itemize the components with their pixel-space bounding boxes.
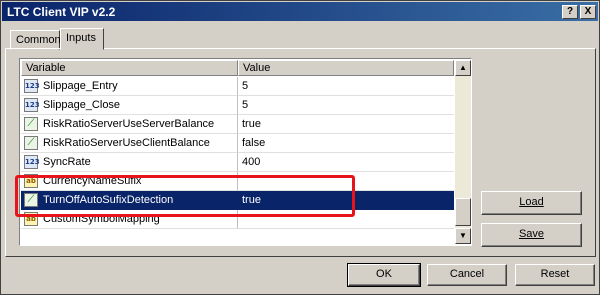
value-cell[interactable] — [238, 172, 454, 191]
save-label: Save — [518, 228, 545, 240]
dialog-window: LTC Client VIP v2.2 ? X Common Inputs Va… — [0, 0, 600, 295]
value-cell[interactable]: 5 — [238, 77, 454, 96]
variable-cell: 123 Slippage_Close — [21, 96, 238, 115]
value-cell[interactable]: true — [238, 191, 454, 210]
table-row[interactable]: ab CustomSymbolMapping — [21, 210, 454, 229]
scroll-thumb[interactable] — [455, 198, 471, 226]
string-icon: ab — [24, 212, 38, 226]
reset-button[interactable]: Reset — [515, 264, 595, 286]
variable-name: RiskRatioServerUseServerBalance — [43, 118, 215, 130]
variable-name: CustomSymbolMapping — [43, 213, 160, 225]
variable-cell: ab CurrencyNameSufix — [21, 172, 238, 191]
table-row[interactable]: 123 Slippage_Close 5 — [21, 96, 454, 115]
table-row-selected[interactable]: ⟋ TurnOffAutoSufixDetection true — [21, 191, 454, 210]
variable-cell: ab CustomSymbolMapping — [21, 210, 238, 229]
variable-name: RiskRatioServerUseClientBalance — [43, 137, 210, 149]
help-button[interactable]: ? — [562, 5, 578, 19]
load-label: Load — [519, 196, 544, 208]
tab-common[interactable]: Common — [10, 30, 61, 50]
scroll-down-icon[interactable]: ▼ — [455, 228, 471, 244]
close-button[interactable]: X — [580, 5, 596, 19]
variable-cell: 123 Slippage_Entry — [21, 77, 238, 96]
tab-inputs[interactable]: Inputs — [60, 28, 104, 50]
chart-icon: ⟋ — [24, 136, 38, 150]
save-button[interactable]: Save — [481, 223, 582, 247]
variable-name: SyncRate — [43, 156, 91, 168]
variable-cell: ⟋ TurnOffAutoSufixDetection — [21, 191, 238, 210]
variable-name: TurnOffAutoSufixDetection — [43, 194, 174, 206]
chart-icon: ⟋ — [24, 117, 38, 131]
variable-name: Slippage_Entry — [43, 80, 118, 92]
table-row[interactable]: ⟋ RiskRatioServerUseServerBalance true — [21, 115, 454, 134]
ok-button[interactable]: OK — [347, 263, 421, 287]
table-row[interactable]: ⟋ RiskRatioServerUseClientBalance false — [21, 134, 454, 153]
inputs-grid: Variable Value 123 Slippage_Entry 5 123 … — [19, 58, 472, 246]
scroll-up-icon[interactable]: ▲ — [455, 60, 471, 76]
column-header-value[interactable]: Value — [238, 60, 454, 76]
titlebar[interactable]: LTC Client VIP v2.2 ? X — [2, 2, 598, 21]
table-row[interactable]: 123 SyncRate 400 — [21, 153, 454, 172]
value-cell[interactable]: false — [238, 134, 454, 153]
number-icon: 123 — [24, 79, 40, 93]
string-icon: ab — [24, 174, 38, 188]
chart-icon: ⟋ — [24, 193, 38, 207]
value-cell[interactable]: 5 — [238, 96, 454, 115]
variable-name: CurrencyNameSufix — [43, 175, 142, 187]
load-button[interactable]: Load — [481, 191, 582, 215]
value-cell[interactable]: 400 — [238, 153, 454, 172]
value-cell[interactable]: true — [238, 115, 454, 134]
column-header-variable[interactable]: Variable — [21, 60, 238, 76]
number-icon: 123 — [24, 155, 40, 169]
table-row[interactable]: ab CurrencyNameSufix — [21, 172, 454, 191]
variable-cell: ⟋ RiskRatioServerUseServerBalance — [21, 115, 238, 134]
cancel-button[interactable]: Cancel — [427, 264, 507, 286]
vertical-scrollbar[interactable]: ▲ ▼ — [455, 60, 471, 244]
table-row[interactable]: 123 Slippage_Entry 5 — [21, 77, 454, 96]
window-title: LTC Client VIP v2.2 — [7, 5, 116, 19]
variable-name: Slippage_Close — [43, 99, 121, 111]
variable-cell: 123 SyncRate — [21, 153, 238, 172]
value-cell[interactable] — [238, 210, 454, 229]
number-icon: 123 — [24, 98, 40, 112]
variable-cell: ⟋ RiskRatioServerUseClientBalance — [21, 134, 238, 153]
